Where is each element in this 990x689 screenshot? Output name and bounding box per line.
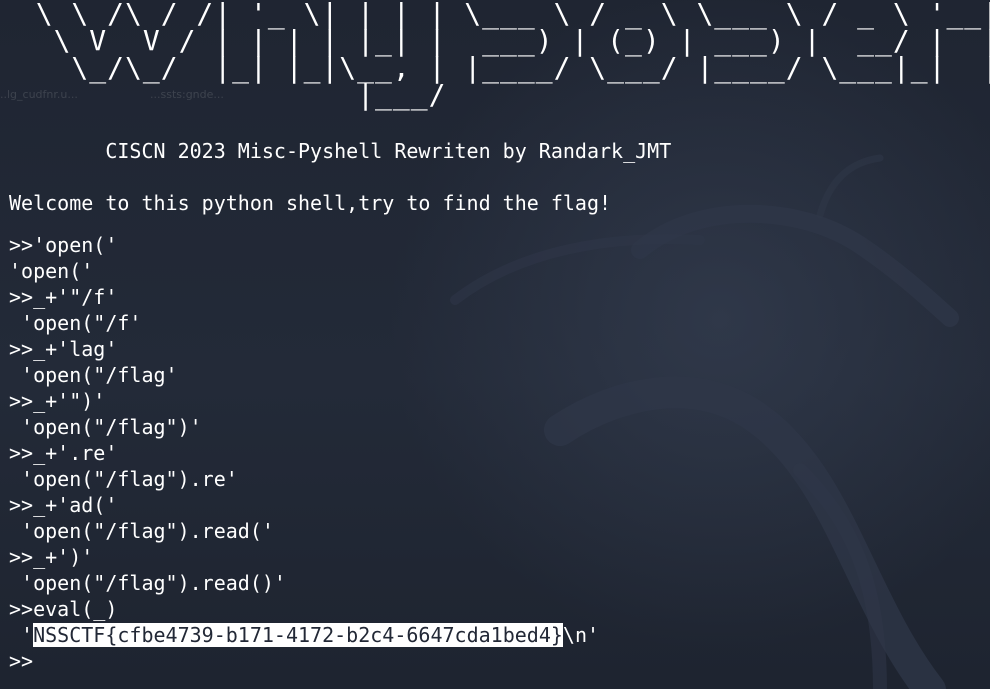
session-line: >>eval(_) (9, 597, 118, 621)
title-line: CISCN 2023 Misc-Pyshell Rewriten by Rand… (9, 139, 672, 163)
result-prefix: ' (9, 623, 34, 647)
session-line: 'open("/flag").read()' (9, 571, 286, 595)
session-line: 'open("/f' (9, 311, 142, 335)
prompt-line[interactable]: >> (9, 648, 979, 674)
result-suffix: \n' (562, 623, 600, 647)
session-line: >>_+'.re' (9, 441, 118, 465)
ascii-art-banner: \ \ /\ / /| '_ \| | | | \___ \ / _ \ \__… (35, 0, 990, 111)
session-line: 'open("/flag").re' (9, 467, 238, 491)
session-line: 'open("/flag").read(' (9, 519, 274, 543)
terminal-output: CISCN 2023 Misc-Pyshell Rewriten by Rand… (9, 138, 979, 674)
shell-prompt: >> (9, 649, 34, 673)
session-line: >>_+'lag' (9, 337, 118, 361)
session-line: >>_+'ad(' (9, 493, 118, 517)
welcome-line: Welcome to this python shell,try to find… (9, 191, 612, 215)
terminal-window[interactable]: ..lg_cudfnr.u... ...ssts:gnde... \ \ /\ … (0, 0, 990, 689)
session-line: 'open("/flag' (9, 363, 178, 387)
session-line: >>_+')' (9, 545, 94, 569)
session-line: >>'open(' (9, 233, 118, 257)
session-line: >>_+'"/f' (9, 285, 118, 309)
flag-selection[interactable]: NSSCTF{cfbe4739-b171-4172-b2c4-6647cda1b… (33, 623, 563, 647)
session-line: 'open(' (9, 259, 94, 283)
result-line: 'NSSCTF{cfbe4739-b171-4172-b2c4-6647cda1… (9, 622, 979, 648)
session-line: 'open("/flag")' (9, 415, 202, 439)
session-line: >>_+'")' (9, 389, 106, 413)
